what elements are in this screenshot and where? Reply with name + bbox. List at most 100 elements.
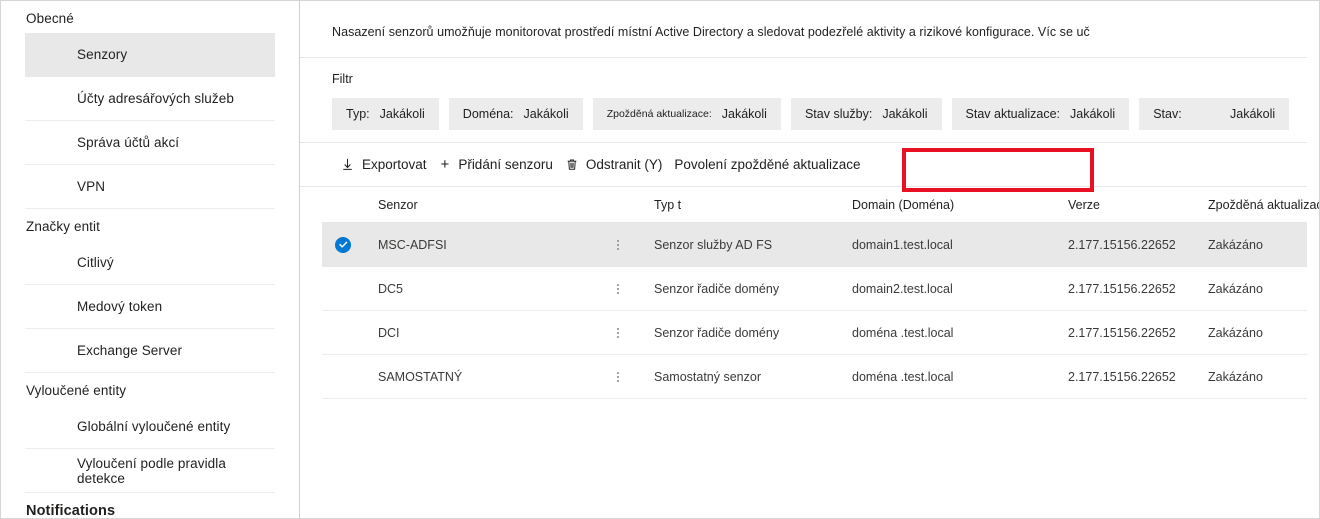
- cell-domain: domain2.test.local: [852, 281, 953, 296]
- sensors-table: Senzor Typ t Domain (Doména) Verze Zpožd…: [300, 187, 1319, 399]
- sidebar-item-ty-adres-ov-ch-slu-eb[interactable]: Účty adresářových služeb: [25, 77, 275, 121]
- kebab-menu-icon: [617, 371, 619, 382]
- table-row[interactable]: MSC-ADFSI Senzor služby AD FS domain1.test…: [322, 223, 1307, 267]
- sidebar-group-title-2: Vyloučené entity: [26, 383, 127, 398]
- sidebar-group-title-0: Obecné: [26, 11, 74, 26]
- command-toolbar: Exportovat + Přidání senzoru Odstranit (…: [300, 143, 1307, 192]
- cell-delayed-update: Zakázáno: [1208, 325, 1263, 340]
- enable-delayed-update-label: Povolení zpožděné aktualizace: [674, 157, 861, 172]
- cell-delayed-update: Zakázáno: [1208, 281, 1263, 296]
- filter-pill-stav[interactable]: Stav: Jakákoli: [1139, 98, 1290, 130]
- sidebar-item-medov-token[interactable]: Medový token: [25, 285, 275, 329]
- filter-zone: Filtr Typ: Jakákoli Doména: Jakákoli Zpožděn…: [300, 58, 1307, 143]
- main-content: Nasazení senzorů umožňuje monitorovat pr…: [300, 1, 1319, 518]
- table-body: MSC-ADFSI Senzor služby AD FS domain1.test…: [322, 223, 1319, 399]
- row-checkbox[interactable]: [322, 236, 364, 253]
- filter-pill-row: Typ: Jakákoli Doména: Jakákoli Zpožděná aktu…: [332, 98, 1307, 130]
- row-more-actions-icon[interactable]: [604, 371, 632, 382]
- cell-version: 2.177.15156.22652: [1068, 281, 1176, 296]
- filter-pill-value: Jakákoli: [1230, 107, 1276, 121]
- sidebar-item-label: Exchange Server: [77, 343, 183, 358]
- sidebar-group-title-3: Notifications: [26, 503, 116, 518]
- cell-domain: doména .test.local: [852, 369, 954, 384]
- table-row[interactable]: DCI Senzor řadiče domény doména .test.loca…: [322, 311, 1307, 355]
- header-version[interactable]: Verze: [1068, 198, 1208, 212]
- sidebar-group-title-1: Značky entit: [26, 219, 100, 234]
- delete-label: Odstranit (Y): [585, 157, 663, 172]
- sidebar-item-label: VPN: [77, 179, 106, 194]
- filter-pill-value: Jakákoli: [523, 107, 569, 121]
- cell-domain: domain1.test.local: [852, 237, 953, 252]
- cell-sensor: MSC-ADFSI: [378, 237, 447, 252]
- export-label: Exportovat: [362, 157, 427, 172]
- header-type[interactable]: Typ t: [632, 198, 848, 212]
- cell-type: Senzor služby AD FS: [654, 237, 773, 252]
- filter-pill-key: Stav aktualizace:: [965, 107, 1061, 121]
- header-domain[interactable]: Domain (Doména): [848, 198, 1068, 212]
- filter-label: Filtr: [332, 72, 353, 86]
- table-header-row: Senzor Typ t Domain (Doména) Verze Zpožd…: [322, 187, 1319, 223]
- row-more-actions-icon[interactable]: [604, 327, 632, 338]
- add-sensor-label: Přidání senzoru: [458, 157, 553, 172]
- filter-pill-key: Doména:: [462, 107, 514, 121]
- filter-pill-value: Jakákoli: [1070, 107, 1116, 121]
- filter-pill-zpo-d-n-aktualizace[interactable]: Zpožděná aktualizace: Jakákoli: [592, 98, 781, 130]
- filter-pill-typ[interactable]: Typ: Jakákoli: [332, 98, 439, 130]
- table-row[interactable]: SAMOSTATNÝ Samostatný senzor doména .test.…: [322, 355, 1307, 399]
- cell-type: Senzor řadiče domény: [654, 325, 780, 340]
- table-row[interactable]: DC5 Senzor řadiče domény domain2.test.loca…: [322, 267, 1307, 311]
- cell-type: Senzor řadiče domény: [654, 281, 780, 296]
- delete-button[interactable]: Odstranit (Y): [559, 153, 669, 176]
- header-delayed-update[interactable]: Zpožděná aktualizace: [1208, 198, 1319, 212]
- row-more-actions-icon[interactable]: [604, 283, 632, 294]
- cell-type: Samostatný senzor: [654, 369, 761, 384]
- sidebar-item-senzory[interactable]: Senzory: [25, 33, 275, 77]
- settings-page: Obecné Senzory Účty adresářových služeb Spr…: [0, 0, 1320, 519]
- sidebar-item-vylou-en-podle-pravidla-detekce[interactable]: Vyloučení podle pravidla detekce: [25, 449, 275, 493]
- cell-delayed-update: Zakázáno: [1208, 237, 1263, 252]
- filter-pill-dom-na[interactable]: Doména: Jakákoli: [448, 98, 583, 130]
- sidebar-item-spr-va-t-akc[interactable]: Správa účtů akcí: [25, 121, 275, 165]
- filter-pill-stav-slu-by[interactable]: Stav služby: Jakákoli: [790, 98, 942, 130]
- sidebar-item-label: Senzory: [77, 47, 128, 62]
- settings-sidebar: Obecné Senzory Účty adresářových služeb Spr…: [1, 1, 300, 518]
- sidebar-item-label: Správa účtů akcí: [77, 135, 180, 150]
- sidebar-item-label: Citlivý: [77, 255, 114, 270]
- filter-pill-value: Jakákoli: [379, 107, 425, 121]
- enable-delayed-update-button[interactable]: Povolení zpožděné aktualizace: [668, 153, 866, 176]
- kebab-menu-icon: [617, 327, 619, 338]
- filter-pill-stav-aktualizace[interactable]: Stav aktualizace: Jakákoli: [951, 98, 1130, 130]
- sidebar-item-label: Vyloučení podle pravidla detekce: [77, 455, 226, 486]
- header-sensor[interactable]: Senzor: [364, 198, 604, 212]
- export-button[interactable]: Exportovat: [334, 153, 433, 176]
- filter-pill-value: Jakákoli: [721, 107, 767, 121]
- kebab-menu-icon: [617, 283, 619, 294]
- cell-version: 2.177.15156.22652: [1068, 369, 1176, 384]
- filter-pill-key: Stav:: [1153, 107, 1182, 121]
- row-more-actions-icon[interactable]: [604, 239, 632, 250]
- kebab-menu-icon: [617, 239, 619, 250]
- sidebar-item-label: Globální vyloučené entity: [77, 419, 231, 434]
- sidebar-item-exchange-server[interactable]: Exchange Server: [25, 329, 275, 373]
- trash-icon: [565, 157, 579, 172]
- filter-pill-key: Zpožděná aktualizace:: [606, 108, 712, 120]
- sidebar-item-vpn[interactable]: VPN: [25, 165, 275, 209]
- cell-delayed-update: Zakázáno: [1208, 369, 1263, 384]
- sidebar-item-label: Účty adresářových služeb: [77, 91, 234, 106]
- check-circle-icon: [335, 236, 351, 253]
- filter-pill-key: Typ:: [346, 107, 370, 121]
- cell-version: 2.177.15156.22652: [1068, 237, 1176, 252]
- cell-sensor: DC5: [378, 281, 404, 296]
- cell-domain: doména .test.local: [852, 325, 954, 340]
- add-sensor-button[interactable]: + Přidání senzoru: [433, 152, 559, 177]
- filter-pill-key: Stav služby:: [804, 107, 873, 121]
- cell-sensor: DCI: [378, 325, 400, 340]
- page-description: Nasazení senzorů umožňuje monitorovat pr…: [300, 1, 1307, 58]
- filter-pill-value: Jakákoli: [882, 107, 928, 121]
- cell-sensor: SAMOSTATNÝ: [378, 369, 463, 384]
- sidebar-item-citliv[interactable]: Citlivý: [25, 241, 275, 285]
- sidebar-item-label: Medový token: [77, 299, 163, 314]
- cell-version: 2.177.15156.22652: [1068, 325, 1176, 340]
- sidebar-item-glob-ln-vylou-en-entity[interactable]: Globální vyloučené entity: [25, 405, 275, 449]
- highlight-box: [902, 148, 1094, 192]
